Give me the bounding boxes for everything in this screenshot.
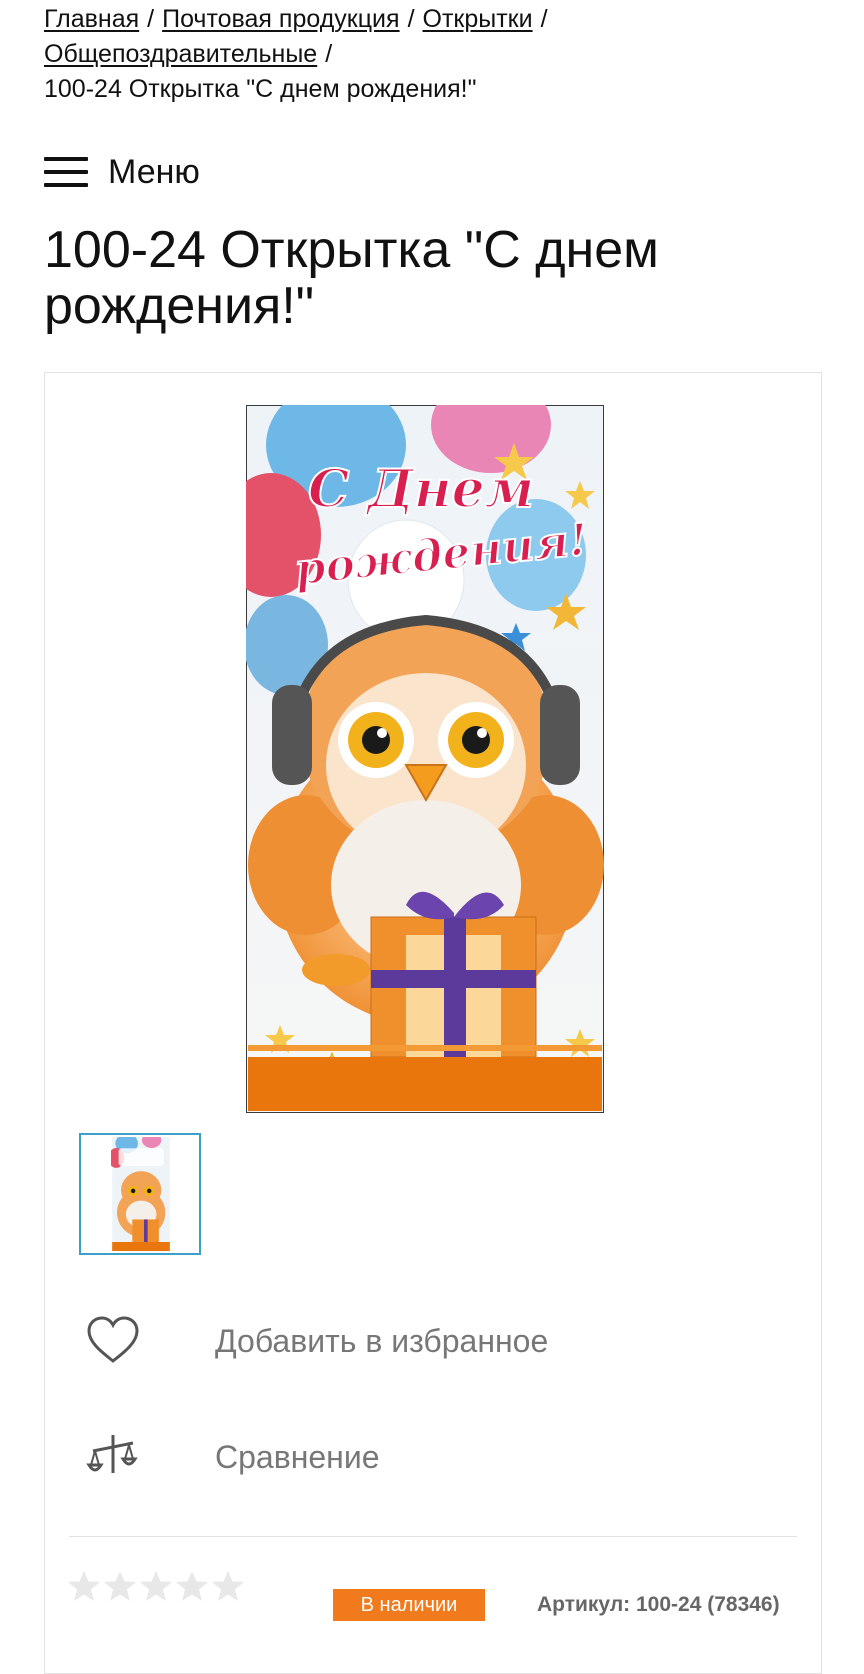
divider <box>69 1536 797 1537</box>
breadcrumb-separator: / <box>147 5 155 33</box>
breadcrumb: Главная / Почтовая продукция / Открытки / Общ… <box>44 2 844 107</box>
page-title: 100-24 Открытка "С днем рождения!" <box>44 221 659 335</box>
star-icon[interactable] <box>139 1569 173 1603</box>
add-to-favorites-label[interactable]: Добавить в избранное <box>215 1323 548 1360</box>
breadcrumb-separator: / <box>540 5 548 33</box>
breadcrumb-separator: / <box>325 40 333 68</box>
product-card: С Днем рождения! Добавить в избранное Ср… <box>44 372 822 1674</box>
menu-label[interactable]: Меню <box>108 153 200 192</box>
postcard-text-line1: С Днем <box>308 459 534 520</box>
menu-button[interactable]: Меню <box>44 150 200 194</box>
breadcrumb-link-home[interactable]: Главная <box>44 5 139 33</box>
product-thumbnail[interactable] <box>79 1133 201 1255</box>
star-icon[interactable] <box>67 1569 101 1603</box>
thumbnail-illustration <box>111 1137 170 1251</box>
breadcrumb-current: 100-24 Открытка "С днем рождения!" <box>44 75 477 103</box>
compare-label[interactable]: Сравнение <box>215 1439 380 1476</box>
compare-button[interactable]: Сравнение <box>85 1429 380 1485</box>
heart-icon[interactable] <box>85 1313 141 1369</box>
product-main-image[interactable]: С Днем рождения! <box>221 377 605 1114</box>
star-icon[interactable] <box>175 1569 209 1603</box>
breadcrumb-separator: / <box>407 5 415 33</box>
star-icon[interactable] <box>211 1569 245 1603</box>
add-to-favorites-button[interactable]: Добавить в избранное <box>85 1313 548 1369</box>
hamburger-icon[interactable] <box>44 157 88 187</box>
breadcrumb-link-general[interactable]: Общепоздравительные <box>44 40 317 68</box>
star-icon[interactable] <box>103 1569 137 1603</box>
availability-badge: В наличии <box>333 1589 485 1621</box>
postcard-illustration: С Днем рождения! <box>221 377 605 1114</box>
sku-text: Артикул: 100-24 (78346) <box>537 1593 780 1616</box>
scales-icon[interactable] <box>85 1429 141 1485</box>
breadcrumb-link-postal[interactable]: Почтовая продукция <box>162 5 399 33</box>
rating-stars[interactable] <box>67 1569 245 1603</box>
breadcrumb-link-postcards[interactable]: Открытки <box>423 5 533 33</box>
